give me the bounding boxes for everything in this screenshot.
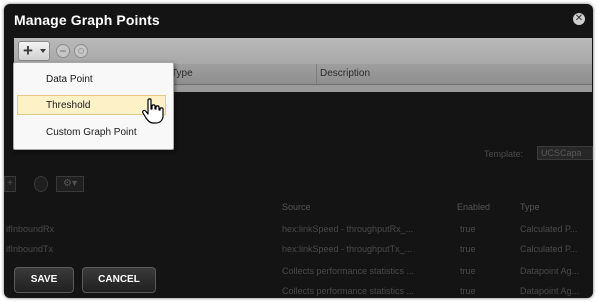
menu-item-data-point[interactable]: Data Point [14,70,171,90]
gear-icon[interactable] [74,44,88,58]
column-type[interactable]: Type [171,68,193,79]
col-enabled: Enabled [457,202,491,212]
plus-icon: + [23,41,33,60]
template-field: UCSCapa [537,146,593,160]
cancel-button[interactable]: CANCEL [82,267,156,293]
manage-graph-points-dialog: Manage Graph Points ✕ Template: UCSCapa … [4,4,593,298]
dimmed-remove-icon [34,176,48,192]
chevron-down-icon [40,49,46,53]
hand-pointer-icon [142,98,164,124]
column-description[interactable]: Description [320,68,370,79]
save-button[interactable]: SAVE [14,267,74,293]
col-source: Source [282,202,311,212]
minus-icon[interactable] [56,44,70,58]
dimmed-add-icon: + [4,176,16,192]
dialog-title: Manage Graph Points [14,12,160,28]
col-type: Type [520,202,540,212]
dimmed-gear-icon: ⚙▾ [56,176,84,192]
table-row: ifInboundRx hex:linkSpeed - throughputRx… [6,224,578,234]
dimmed-toolbar: + ⚙▾ [4,176,84,192]
grid-toolbar: + [14,38,592,64]
close-icon[interactable]: ✕ [573,13,585,25]
template-label: Template: [484,149,524,159]
table-row: ifInboundTx hex:linkSpeed - throughputTx… [6,244,578,254]
add-graph-point-button[interactable]: + [18,41,50,61]
dimmed-table-header: Source Enabled Type [4,198,593,218]
menu-item-custom-graph-point[interactable]: Custom Graph Point [14,123,171,143]
